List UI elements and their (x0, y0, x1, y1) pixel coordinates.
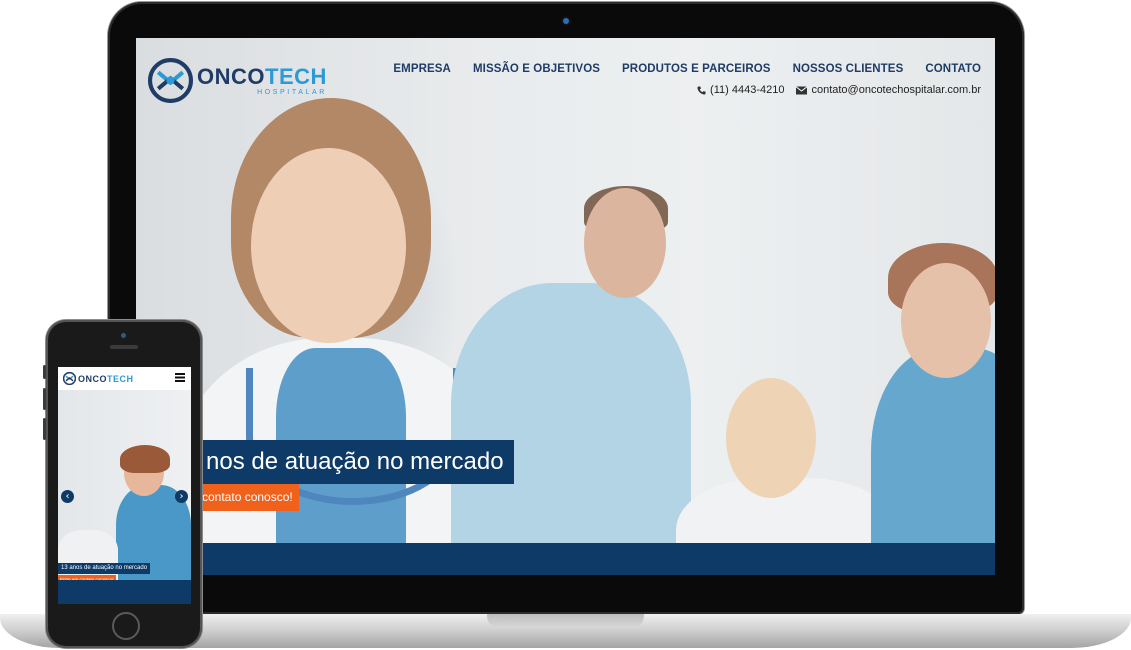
phone-mute-switch (43, 365, 46, 379)
phone-volume-down (43, 418, 46, 440)
site-header: ONCOTECH HOSPITALAR EMPRESA MISSÃO E OBJ… (136, 38, 995, 110)
main-nav: EMPRESA MISSÃO E OBJETIVOS PRODUTOS E PA… (393, 63, 981, 75)
phone-screen: ONCOTECH ‹ › 13 anos de atuação no merca… (58, 367, 191, 604)
mobile-brand-name-part1: ONCO (78, 373, 107, 384)
brand-logo-icon (148, 58, 193, 103)
nav-produtos-parceiros[interactable]: PRODUTOS E PARCEIROS (622, 63, 771, 75)
mobile-brand-logo-icon (63, 372, 76, 385)
contact-phone-number: (11) 4443-4210 (710, 84, 785, 96)
mobile-brand-name: ONCOTECH (78, 374, 134, 384)
nav-missao-objetivos[interactable]: MISSÃO E OBJETIVOS (473, 63, 600, 75)
envelope-icon (796, 85, 808, 94)
laptop-notch (487, 614, 644, 628)
phone-speaker (110, 345, 138, 349)
mobile-bottom-band (58, 580, 191, 604)
phone-volume-up (43, 388, 46, 410)
phone-camera (121, 333, 126, 338)
phone-home-button[interactable] (112, 612, 140, 640)
chevron-right-icon[interactable]: › (175, 490, 188, 503)
chevron-left-icon[interactable]: ‹ (61, 490, 74, 503)
nav-nossos-clientes[interactable]: NOSSOS CLIENTES (793, 63, 904, 75)
brand-name-part2: TECH (265, 63, 327, 89)
contact-email[interactable]: contato@oncotechospitalar.com.br (796, 84, 981, 96)
laptop-camera (563, 18, 569, 24)
hero-cta-button[interactable]: contato conosco! (196, 484, 299, 511)
contact-phone[interactable]: (11) 4443-4210 (697, 84, 784, 96)
nav-empresa[interactable]: EMPRESA (393, 63, 451, 75)
hero-tagline: nos de atuação no mercado (196, 440, 514, 484)
laptop-screen: ONCOTECH HOSPITALAR EMPRESA MISSÃO E OBJ… (136, 38, 995, 575)
mobile-brand-logo[interactable]: ONCOTECH (63, 372, 134, 385)
contact-email-address: contato@oncotechospitalar.com.br (811, 84, 981, 96)
brand-name-part1: ONCO (197, 63, 265, 89)
mobile-hero-tagline: 13 anos de atuação no mercado (58, 563, 151, 574)
mobile-brand-name-part2: TECH (107, 373, 134, 384)
brand-subtitle: HOSPITALAR (257, 88, 327, 96)
brand-logo[interactable]: ONCOTECH HOSPITALAR (148, 58, 327, 103)
mobile-header: ONCOTECH (58, 367, 191, 390)
brand-name: ONCOTECH (197, 63, 327, 89)
nav-contato[interactable]: CONTATO (925, 63, 981, 75)
hero-bottom-band (136, 543, 995, 575)
mobile-photo-nurse-hair (120, 445, 170, 473)
mobile-hero-photo: ‹ › 13 anos de atuação no mercado Entre … (58, 390, 191, 585)
hamburger-menu-icon[interactable] (175, 373, 185, 382)
phone-icon (697, 85, 706, 95)
contact-info: (11) 4443-4210 contato@oncotechospitalar… (697, 84, 981, 96)
